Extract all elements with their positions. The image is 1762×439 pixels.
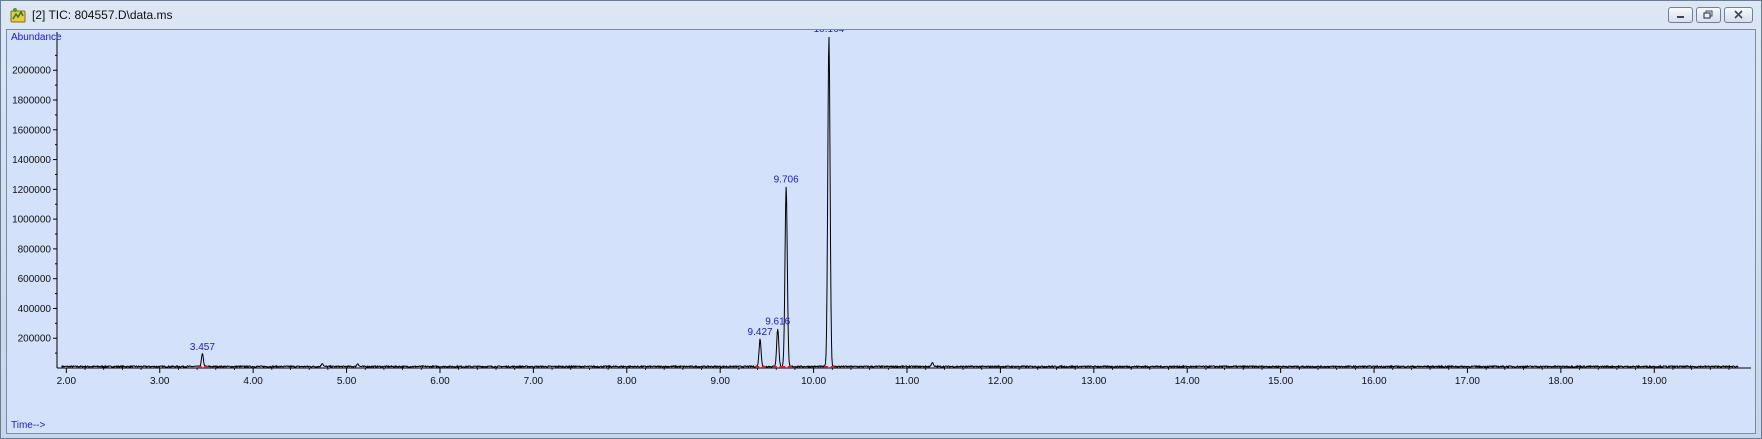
y-tick-label: 800000 [18, 244, 52, 255]
y-tick-label: 2000000 [12, 66, 51, 77]
x-tick-label: 15.00 [1268, 376, 1293, 387]
x-tick-label: 8.00 [617, 376, 637, 387]
peak-label: 9.616 [765, 317, 790, 328]
x-tick-label: 7.00 [524, 376, 544, 387]
peak-label: 10.164 [814, 30, 845, 35]
x-tick-label: 14.00 [1175, 376, 1200, 387]
window-titlebar[interactable]: [2] TIC: 804557.D\data.ms [1, 1, 1761, 29]
peak-label: 9.427 [748, 327, 773, 338]
close-icon [1734, 10, 1743, 19]
y-axis-title: Abundance [11, 32, 62, 43]
chromatogram-chart: 200000 400000 600000 800000 1000000 1200000 14… [11, 30, 1751, 431]
window-controls [1668, 7, 1753, 23]
peak-labels: 3.457 9.4279.616 9.706 10.164 [190, 30, 845, 353]
x-axis-title: Time--> [11, 420, 46, 431]
y-tick-label: 1000000 [12, 215, 51, 226]
x-tick-label: 5.00 [337, 376, 357, 387]
peak-label: 3.457 [190, 342, 215, 353]
y-tick-label: 1600000 [12, 125, 51, 136]
chromatogram-app-icon [10, 8, 26, 23]
chromatogram-window: [2] TIC: 804557.D\data.ms 200000 400000 … [0, 0, 1762, 439]
window-title: [2] TIC: 804557.D\data.ms [32, 8, 173, 22]
x-tick-label: 9.00 [710, 376, 730, 387]
x-tick-label: 16.00 [1362, 376, 1387, 387]
x-tick-label: 6.00 [430, 376, 450, 387]
x-tick-label: 11.00 [895, 376, 920, 387]
peak-label: 9.706 [774, 174, 799, 185]
x-tick-label: 3.00 [150, 376, 170, 387]
axis-ticks: 200000 400000 600000 800000 1000000 1200000 14… [12, 54, 1730, 387]
minimize-icon [1677, 16, 1684, 18]
x-tick-label: 2.00 [57, 376, 77, 387]
y-tick-label: 1200000 [12, 185, 51, 196]
y-tick-label: 600000 [18, 274, 52, 285]
x-tick-label: 10.00 [801, 376, 826, 387]
restore-icon [1703, 10, 1713, 19]
y-tick-label: 1400000 [12, 155, 51, 166]
x-tick-label: 4.00 [243, 376, 263, 387]
x-tick-label: 12.00 [988, 376, 1013, 387]
y-tick-label: 400000 [18, 304, 52, 315]
x-tick-label: 17.00 [1455, 376, 1480, 387]
x-tick-label: 13.00 [1081, 376, 1106, 387]
chart-axes [56, 32, 1751, 369]
tic-trace-line [61, 36, 1739, 369]
tic-trace-group [61, 36, 1739, 369]
plot-area[interactable]: 200000 400000 600000 800000 1000000 1200000 14… [6, 29, 1756, 434]
close-button[interactable] [1724, 7, 1753, 23]
restore-button[interactable] [1696, 7, 1721, 23]
x-tick-label: 18.00 [1548, 376, 1573, 387]
x-tick-label: 19.00 [1642, 376, 1667, 387]
y-tick-label: 1800000 [12, 96, 51, 107]
minimize-button[interactable] [1668, 7, 1693, 23]
y-tick-label: 200000 [18, 334, 52, 345]
